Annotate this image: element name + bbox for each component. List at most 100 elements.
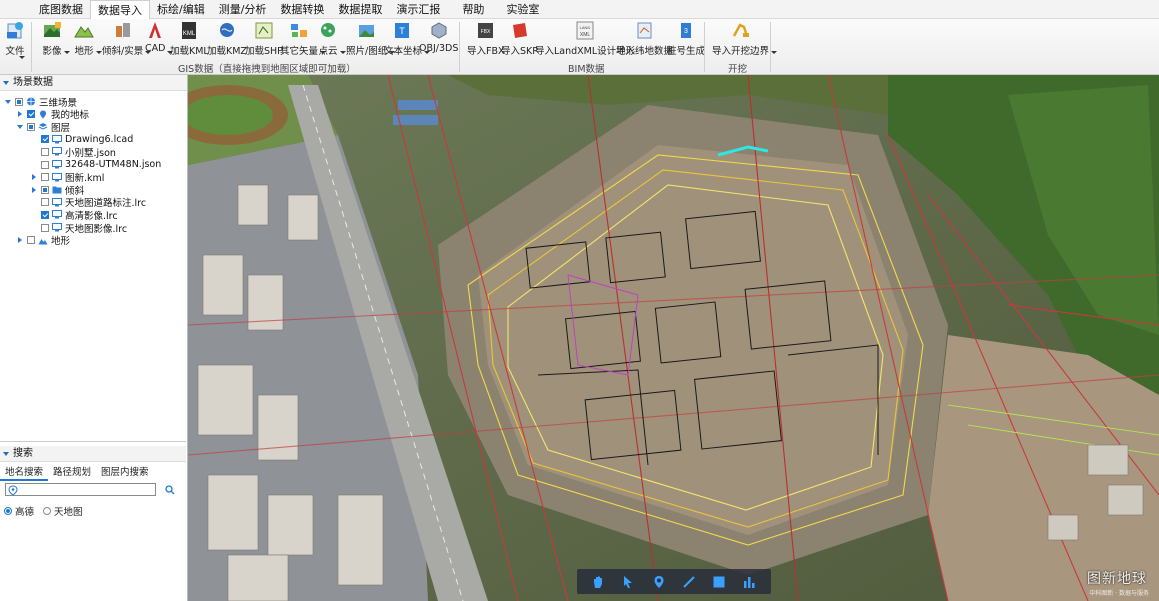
import-excavation-boundary-button[interactable]: 导入开挖边界 — [712, 21, 778, 57]
monitor-icon — [52, 210, 62, 219]
scene-panel-header[interactable]: 场景数据 — [0, 75, 187, 91]
tree-item-checkbox[interactable] — [41, 147, 49, 156]
text-coordinate-icon: T — [393, 21, 413, 40]
svg-text:XML: XML — [580, 32, 591, 38]
menu-data-import[interactable]: 数据导入 — [90, 0, 150, 19]
vector-icon — [289, 21, 309, 40]
layers-icon — [38, 122, 48, 131]
tree-item[interactable]: Drawing6.lcad — [30, 133, 133, 146]
menu-data-convert[interactable]: 数据转换 — [273, 0, 331, 19]
load-kml-button[interactable]: KML 加载KML — [170, 21, 209, 57]
expand-arrow-icon[interactable] — [30, 186, 38, 194]
menu-lab[interactable]: 实验室 — [499, 0, 546, 19]
tab-place-search[interactable]: 地名搜索 — [0, 465, 49, 481]
svg-text:3: 3 — [684, 28, 688, 35]
obj-3ds-button[interactable]: OBJ/3DS — [419, 21, 458, 57]
shp-icon — [254, 21, 274, 40]
tree-item-checkbox[interactable] — [27, 110, 35, 119]
map-view[interactable]: 图新地球 中科图新 · 数据与服务 — [188, 75, 1159, 601]
line-icon[interactable] — [680, 573, 698, 591]
collapse-arrow-icon[interactable] — [4, 98, 12, 106]
menu-help[interactable]: 帮助 — [455, 0, 491, 19]
tree-item[interactable]: 小别墅.json — [30, 145, 116, 159]
tree-item-checkbox[interactable] — [41, 223, 49, 232]
tree-item[interactable]: 地形 — [16, 234, 70, 247]
import-imagery-button[interactable]: 影像 — [42, 21, 70, 57]
tree-item[interactable]: 32648-UTM48N.json — [30, 158, 161, 171]
placemark-icon[interactable] — [650, 573, 668, 591]
import-oblique-button[interactable]: 倾斜/实景 — [102, 21, 152, 57]
file-label: 文件 — [5, 46, 25, 57]
tree-item-checkbox[interactable] — [41, 135, 49, 144]
pan-hand-icon[interactable] — [589, 573, 607, 591]
tree-item[interactable]: 三维场景 — [4, 95, 77, 109]
import-cad-button[interactable]: CAD — [145, 21, 174, 57]
tree-item-checkbox[interactable] — [27, 236, 35, 245]
fbx-icon: FBX — [476, 21, 496, 40]
search-input[interactable] — [5, 483, 156, 496]
load-shp-button[interactable]: 加载SHP — [245, 21, 283, 57]
expand-arrow-icon[interactable] — [30, 173, 38, 181]
bim-group-label: BIM数据 — [568, 64, 605, 75]
tab-layer-search[interactable]: 图层内搜索 — [96, 465, 154, 481]
tree-item-checkbox[interactable] — [41, 185, 49, 194]
svg-text:FBX: FBX — [480, 29, 490, 35]
select-arrow-icon[interactable] — [619, 573, 637, 591]
tree-item[interactable]: 图新.kml — [30, 171, 104, 184]
landxml-icon: LAND XML — [575, 21, 595, 40]
tree-item-checkbox[interactable] — [41, 210, 49, 219]
folder-icon — [52, 185, 62, 194]
photo-drawing-button[interactable]: 照片/图纸 — [346, 21, 396, 57]
tree-item[interactable]: 图层 — [16, 120, 70, 134]
expand-arrow-icon[interactable] — [16, 110, 24, 118]
menu-presentation[interactable]: 演示汇报 — [389, 0, 447, 19]
menu-bar: 底图数据 数据导入 标绘/编辑 测量/分析 数据转换 数据提取 演示汇报 帮助 … — [0, 0, 1159, 19]
stake-generate-button[interactable]: 3 桩号生成 — [667, 21, 705, 57]
file-icon — [5, 21, 25, 40]
tree-item-checkbox[interactable] — [41, 198, 49, 207]
svg-text:T: T — [399, 26, 405, 36]
search-panel-header[interactable]: 搜索 — [0, 446, 186, 462]
other-vector-button[interactable]: 其它矢量 — [280, 21, 327, 57]
radio-gaode[interactable] — [4, 507, 12, 515]
menu-data-extract[interactable]: 数据提取 — [331, 0, 389, 19]
import-skp-button[interactable]: 导入SKP — [501, 21, 538, 57]
tab-route-planning[interactable]: 路径规划 — [48, 465, 96, 481]
rectangle-icon[interactable] — [710, 573, 728, 591]
import-weidi-button[interactable]: 导入纬地数据 — [616, 21, 673, 57]
expand-arrow-icon[interactable] — [16, 236, 24, 244]
monitor-icon — [52, 197, 62, 207]
point-cloud-button[interactable]: 点云 — [318, 21, 346, 57]
tree-item-checkbox[interactable] — [27, 122, 35, 131]
tree-item-checkbox[interactable] — [41, 160, 49, 169]
collapse-arrow-icon[interactable] — [16, 123, 24, 131]
tree-item-checkbox[interactable] — [15, 97, 23, 106]
file-button[interactable]: 文件 — [5, 21, 25, 59]
location-pin-icon — [8, 485, 18, 496]
tree-item[interactable]: 我的地标 — [16, 108, 89, 121]
import-terrain-button[interactable]: 地形 — [74, 21, 102, 57]
kmz-icon — [217, 21, 237, 40]
tree-item[interactable]: 高清影像.lrc — [30, 208, 118, 222]
menu-plot-edit[interactable]: 标绘/编辑 — [150, 0, 212, 19]
search-icon[interactable] — [165, 485, 175, 495]
radio-tianditu[interactable] — [43, 507, 52, 515]
load-kmz-button[interactable]: 加载KMZ — [207, 21, 247, 57]
tree-item[interactable]: 天地图道路标注.lrc — [30, 196, 146, 209]
svg-text:KML: KML — [183, 31, 196, 37]
import-fbx-button[interactable]: FBX 导入FBX — [467, 21, 505, 57]
excavator-icon — [731, 21, 751, 40]
text-coordinate-button[interactable]: T 文本坐标 — [384, 21, 431, 57]
left-panel: 场景数据 三维场景 我的地标 图层 Drawing6.lcad 小别墅.json 3264… — [0, 75, 188, 601]
tree-item[interactable]: 倾斜 — [30, 183, 84, 197]
menu-measure-analyze[interactable]: 测量/分析 — [212, 0, 274, 19]
chart-icon[interactable] — [741, 573, 759, 591]
search-tabs: 地名搜索 路径规划 图层内搜索 — [0, 465, 186, 481]
menu-basemap[interactable]: 底图数据 — [32, 0, 90, 19]
point-cloud-icon — [318, 21, 338, 40]
tree-item-checkbox[interactable] — [41, 173, 49, 182]
tree-item[interactable]: 天地图影像.lrc — [30, 221, 127, 235]
oblique-3d-scene — [188, 75, 1159, 601]
